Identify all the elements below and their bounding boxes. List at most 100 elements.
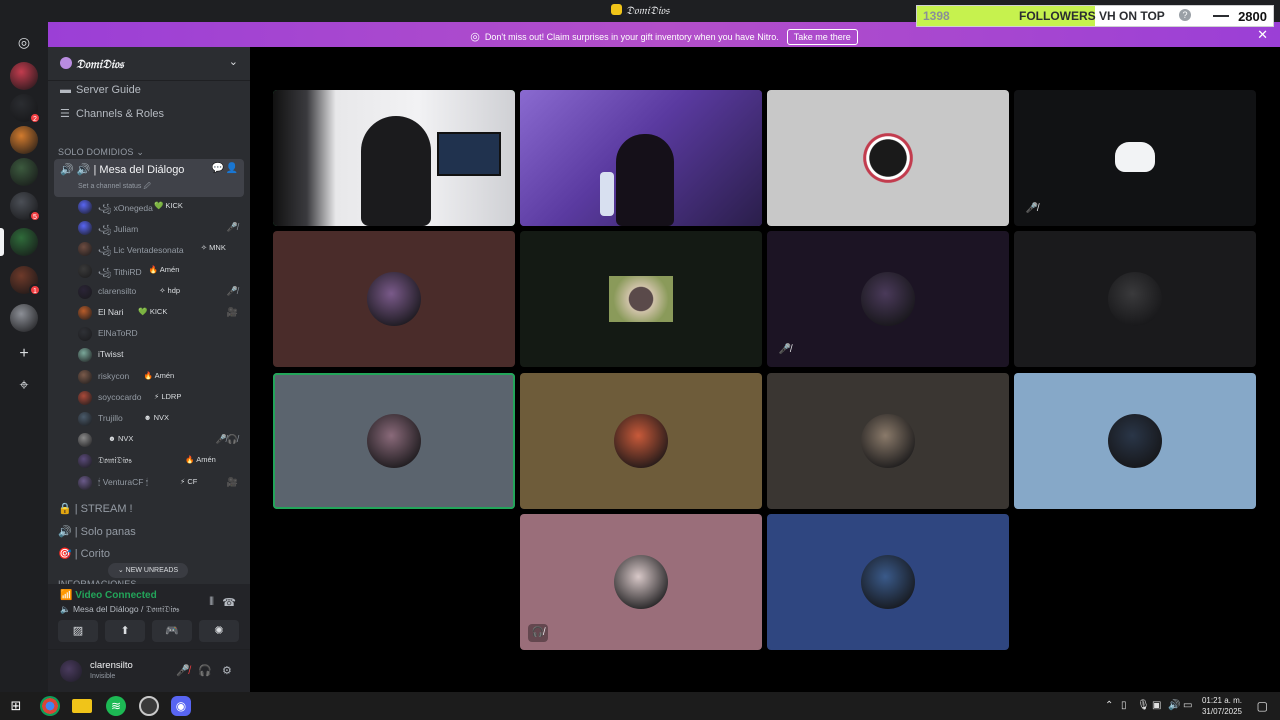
voice-member[interactable]: clarensilto ✧ hdp 🎤̸ — [78, 282, 244, 302]
chrome-icon[interactable] — [40, 696, 60, 716]
voice-member[interactable]: Trujillo ☻ NVX — [78, 409, 244, 429]
server-7[interactable]: 1 — [10, 266, 41, 296]
battery-icon[interactable]: ▭ — [1183, 700, 1192, 711]
discord-icon — [1115, 142, 1155, 172]
add-server-icon[interactable]: + — [10, 340, 38, 368]
voice-member[interactable]: soycocardo ⚡ LDRP — [78, 388, 244, 408]
tile-user-5[interactable] — [273, 231, 515, 367]
channel-stream[interactable]: 🔒 | STREAM ! — [58, 502, 133, 515]
member-name: El Nari — [98, 307, 124, 317]
soundboard-button[interactable]: ✺ — [199, 620, 239, 642]
voice-member[interactable]: ꧁ xOnegeda 💚 KICK — [78, 197, 244, 217]
tile-user-10[interactable] — [520, 373, 762, 509]
spotify-icon[interactable]: ≋ — [106, 696, 126, 716]
new-unreads-button[interactable]: ⌄ NEW UNREADS — [108, 563, 188, 578]
tile-user-14[interactable] — [767, 514, 1009, 650]
taskbar-clock[interactable]: 01:21 a. m. 31/07/2025 — [1202, 695, 1242, 717]
headphones-icon[interactable]: 🎧 — [198, 664, 212, 677]
noise-suppression-icon[interactable]: ⦀ — [209, 596, 214, 609]
explore-icon[interactable]: ⌖ — [10, 372, 38, 400]
member-name: ꧁ Lic Ventadesonata — [98, 245, 184, 256]
voice-channel-mesa[interactable]: 🔊 🔊 | Mesa del Diálogo Set a channel sta… — [54, 159, 244, 197]
server-1[interactable] — [10, 62, 38, 90]
server-home[interactable]: ◎ — [10, 28, 38, 56]
camera-off-button[interactable]: ▨ — [58, 620, 98, 642]
camera-icon: 🎥 — [226, 307, 238, 317]
active-server-pill — [0, 228, 4, 256]
server-8[interactable] — [10, 304, 38, 332]
avatar — [78, 200, 92, 214]
discord-taskbar-icon[interactable]: ◉ — [171, 696, 191, 716]
server-name: 𝔇𝔬𝔪𝔦𝔇𝔦𝔬𝔰 — [76, 57, 124, 71]
channels-roles[interactable]: ☰ Channels & Roles — [60, 107, 164, 120]
notification-icon[interactable]: ▢ — [1257, 699, 1268, 713]
voice-member[interactable]: El Nari 💚 KICK 🎥 — [78, 303, 244, 323]
unread-badge: 1 — [29, 284, 41, 296]
voice-member[interactable]: ꧁ Lic Ventadesonata ✧ MNK — [78, 239, 244, 259]
gear-icon[interactable]: ⚙ — [222, 664, 232, 677]
tile-user-11[interactable] — [767, 373, 1009, 509]
device-icon[interactable]: ▯ — [1121, 700, 1127, 711]
user-panel: clarensilto Invisible 🎤̸ 🎧 ⚙ — [48, 650, 250, 692]
user-avatar — [861, 272, 915, 326]
add-member-icon[interactable]: 👤 — [226, 163, 238, 174]
connection-location[interactable]: 🔈 Mesa del Diálogo / 𝔇𝔬𝔪𝔦𝔇𝔦𝔬𝔰 — [60, 604, 179, 615]
mic-icon[interactable]: 🎙 — [1137, 700, 1150, 711]
video-connected-status[interactable]: 📶 Video Connected — [60, 590, 157, 601]
goal-current: 1398 — [923, 9, 950, 23]
tile-stream-1[interactable] — [273, 90, 515, 226]
server-4[interactable] — [10, 158, 38, 186]
avatar[interactable] — [60, 660, 82, 682]
tile-stream-2[interactable] — [520, 90, 762, 226]
voice-member[interactable]: ꧁ TithiRD 🔥 Amén — [78, 261, 244, 281]
tile-logo-monster[interactable] — [767, 90, 1009, 226]
avatar — [78, 369, 92, 384]
member-name: 𝔇𝔬𝔪𝔦𝔇𝔦𝔬𝔰 — [98, 455, 132, 466]
tile-user-7[interactable]: 🎤̸ — [767, 231, 1009, 367]
network-icon[interactable]: ▣ — [1152, 700, 1161, 711]
tile-user-6[interactable] — [520, 231, 762, 367]
windows-start-icon[interactable]: ⊞ — [6, 696, 26, 716]
member-name: ꧁ xOnegeda — [98, 203, 153, 213]
tile-user-9[interactable] — [273, 373, 515, 509]
category-solo-domidios[interactable]: SOLO DOMIDIOS ⌄ — [58, 147, 144, 158]
screen-share-button[interactable]: ⬆ — [105, 620, 145, 642]
server-5[interactable]: 5 — [10, 192, 41, 222]
server-2[interactable]: 2 — [10, 94, 41, 124]
member-name: iTwisst — [98, 349, 124, 360]
tile-user-8[interactable] — [1014, 231, 1256, 367]
server-header[interactable]: 𝔇𝔬𝔪𝔦𝔇𝔦𝔬𝔰 ⌄ — [48, 47, 250, 81]
voice-member[interactable]: iTwisst — [78, 345, 244, 365]
obs-icon[interactable] — [139, 696, 159, 716]
mic-muted-icon[interactable]: 🎤̸ — [176, 664, 190, 677]
server-6[interactable] — [10, 228, 38, 256]
chevron-down-icon[interactable]: ⌄ — [229, 55, 238, 68]
server-3[interactable] — [10, 126, 38, 154]
voice-member[interactable]: riskycon 🔥 Amén — [78, 367, 244, 387]
voice-member[interactable]: ElNaToRD — [78, 324, 244, 344]
volume-icon[interactable]: 🔊 — [1168, 700, 1180, 711]
chevron-up-icon[interactable]: ⌃ — [1105, 700, 1113, 711]
activity-button[interactable]: 🎮 — [152, 620, 192, 642]
channel-status[interactable]: Set a channel status 🖉 — [78, 182, 151, 193]
username[interactable]: clarensilto — [90, 660, 133, 671]
voice-member[interactable]: ꧁ Juliam 🎤̸ — [78, 218, 244, 238]
tile-discord-default[interactable]: 🎤̸ — [1014, 90, 1256, 226]
take-me-there-button[interactable]: Take me there — [786, 29, 858, 45]
file-explorer-icon[interactable] — [72, 699, 92, 713]
signal-icon: 📶 — [60, 590, 76, 601]
tile-user-13[interactable]: 🎧̸ — [520, 514, 762, 650]
server-icon — [60, 57, 72, 69]
voice-member[interactable]: ☻ NVX 🎤̸🎧̸ — [78, 430, 244, 450]
banner-close-icon[interactable]: ✕ — [1257, 27, 1268, 43]
user-avatar — [367, 414, 421, 468]
server-guide[interactable]: ▬ Server Guide — [60, 84, 141, 96]
voice-member[interactable]: 𝔇𝔬𝔪𝔦𝔇𝔦𝔬𝔰 🔥 Amén — [78, 451, 244, 471]
disconnect-icon[interactable]: ☎ — [222, 596, 236, 609]
channel-solo-panas[interactable]: 🔊 | Solo panas — [58, 525, 136, 538]
user-avatar — [1108, 414, 1162, 468]
tile-user-12[interactable] — [1014, 373, 1256, 509]
chat-icon[interactable]: 💬 — [212, 163, 224, 174]
channel-corito[interactable]: 🎯 | Corito — [58, 547, 110, 560]
voice-member[interactable]: 🕯 VenturaCF 🕯 ⚡ CF 🎥 — [78, 473, 244, 493]
